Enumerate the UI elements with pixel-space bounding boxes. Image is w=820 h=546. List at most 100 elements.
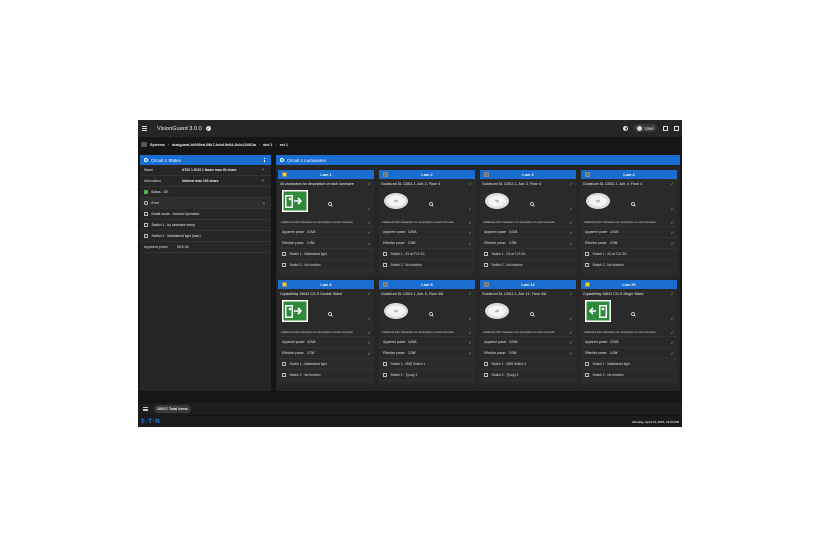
checkbox[interactable] [282, 362, 286, 366]
more-options-icon[interactable] [264, 158, 265, 163]
breadcrumb-item[interactable]: dualguard-b0009eb-08b7-4cbd-9d64-4b3c104… [172, 143, 256, 147]
card-description[interactable]: CrystalWay 16632 CG-S Double Sided ✓ [278, 289, 374, 298]
list-icon[interactable] [143, 407, 148, 411]
switch-1-row: Switch 1 - Maintained light [278, 249, 374, 260]
switch-2-row: Switch 2 - T(oup) 1 [379, 370, 475, 381]
card-header[interactable]: Lum 20 [581, 280, 677, 289]
home-icon[interactable] [141, 142, 147, 147]
card-header[interactable]: Lum 9 [379, 280, 475, 289]
checkbox[interactable] [144, 223, 148, 227]
checkbox[interactable] [484, 362, 488, 366]
switch-2-row: Switch 2 - No function [581, 370, 677, 381]
checkbox[interactable] [585, 373, 589, 377]
user-button[interactable]: User [634, 124, 657, 132]
effective-power-field: Effective power 2.0W ✓ [581, 238, 677, 249]
additional-description[interactable]: Additional 100 characters for descriptio… [379, 328, 475, 337]
checkbox[interactable] [585, 252, 589, 256]
checkbox[interactable] [144, 234, 148, 238]
breadcrumb: Systems › dualguard-b0009eb-08b7-4cbd-9d… [138, 140, 682, 149]
zoom-icon[interactable] [631, 194, 636, 207]
luminaire-card[interactable]: Lum 9 GuideLed SL 13011.1, Adr. 9, Floor … [379, 280, 475, 385]
card-description[interactable]: GuideLed SL 13011.1, Adr. 4, Floor 4 ✓ [581, 179, 677, 188]
luminaire-card[interactable]: Lum 20 CrystalWay 16631 CG-S Single Sided… [581, 280, 677, 385]
error-dropdown[interactable]: Error ⌄ [140, 198, 271, 209]
exit-sign-image [282, 190, 308, 212]
additional-description[interactable]: Additional 100 characters for descriptio… [480, 218, 576, 227]
description-text: 40 characters for description of each lu… [280, 181, 354, 186]
information-row[interactable]: Information Infotext max 100 chars ✓ [140, 176, 271, 187]
image-row: ✓ [480, 188, 576, 218]
checkbox[interactable] [484, 263, 488, 267]
check-icon: ✓ [670, 291, 674, 296]
zoom-icon[interactable] [328, 194, 333, 207]
top-bar: VisionGuard 3.0.0 ✓ User [138, 120, 682, 137]
apparent-power-field: Apparent power 4,0VA ✓ [480, 337, 576, 348]
breadcrumb-item[interactable]: sct 1 [280, 143, 288, 147]
luminaire-card[interactable]: Lum 12 GuideLed SL 13011.1, Adr. 12, Floo… [480, 280, 576, 385]
checkbox[interactable] [585, 263, 589, 267]
switch-1-row: Switch 1 - Maintained light [581, 359, 677, 370]
card-header[interactable]: Lum 6 [278, 280, 374, 289]
card-header[interactable]: Lum 3 [480, 170, 576, 179]
luminaire-card[interactable]: Lum 3 GuideLed SL 13011.1, Adr. 3, Floor … [480, 170, 576, 275]
user-avatar-icon [637, 125, 643, 131]
checkbox[interactable] [383, 373, 387, 377]
additional-description[interactable]: Additional 100 characters for descriptio… [278, 218, 374, 227]
card-header[interactable]: Lum 2 [379, 170, 475, 179]
additional-description[interactable]: Additional 100 characters for descriptio… [379, 218, 475, 227]
checkbox[interactable] [282, 252, 286, 256]
switch-2-row: Switch 2 - No function [379, 260, 475, 271]
zoom-icon[interactable] [530, 194, 535, 207]
checkbox[interactable] [282, 373, 286, 377]
check-icon: ✓ [367, 316, 371, 321]
apparent-power-field: Apparent power 4,0VA ✓ [278, 337, 374, 348]
checkbox[interactable] [383, 362, 387, 366]
checkbox[interactable] [282, 263, 286, 267]
field-value: 4,0VA [509, 230, 518, 234]
switch-2-row: Switch 2 - No function [480, 260, 576, 271]
zoom-icon[interactable] [429, 304, 434, 317]
card-description[interactable]: GuideLed SL 13011.1, Adr. 2, Floor 4 ✓ [379, 179, 475, 188]
additional-description[interactable]: Additional 100 characters for descriptio… [581, 328, 677, 337]
checkbox[interactable] [484, 373, 488, 377]
luminaire-card[interactable]: Lum 2 GuideLed SL 13011.1, Adr. 2, Floor … [379, 170, 475, 275]
luminaire-card[interactable]: Lum 4 GuideLed SL 13011.1, Adr. 4, Floor … [581, 170, 677, 275]
breadcrumb-item[interactable]: ahd 1 [263, 143, 272, 147]
zoom-icon[interactable] [429, 194, 434, 207]
card-description[interactable]: GuideLed SL 13011.1, Adr. 12, Floor 4/A ✓ [480, 289, 576, 298]
window-icon[interactable] [663, 125, 668, 131]
menu-icon[interactable] [142, 126, 147, 131]
check-icon: ✓ [670, 219, 674, 225]
additional-description[interactable]: Additional 100 characters for descriptio… [480, 328, 576, 337]
card-description[interactable]: GuideLed SL 13011.1, Adr. 9, Floor 4/A ✓ [379, 289, 475, 298]
additional-description[interactable]: Additional 100 characters for descriptio… [581, 218, 677, 227]
card-header[interactable]: Lum 12 [480, 280, 576, 289]
exit-icon[interactable] [674, 125, 679, 131]
switch-1-row: Switch 1 - SMS Switch 1 [480, 359, 576, 370]
luminaire-card[interactable]: Lum 6 CrystalWay 16632 CG-S Double Sided ✓… [278, 280, 374, 385]
checkbox[interactable] [383, 263, 387, 267]
theme-toggle-icon[interactable] [623, 125, 629, 131]
app-title: VisionGuard 3.0.0 [157, 125, 202, 132]
name-row[interactable]: Name AT32 1 SCH 1 Name max 40 chars ✓ [140, 165, 271, 176]
card-description[interactable]: CrystalWay 16631 CG-S Single Sided ✓ [581, 289, 677, 298]
switch-text: Switch 1 - Maintained light [289, 252, 327, 256]
zoom-icon[interactable] [328, 304, 333, 317]
zoom-icon[interactable] [530, 304, 535, 317]
total-items-badge[interactable]: 100/17 Total items [154, 405, 191, 413]
breadcrumb-item[interactable]: Systems [150, 143, 165, 147]
checkbox[interactable] [585, 362, 589, 366]
checkbox[interactable] [484, 252, 488, 256]
card-description[interactable]: GuideLed SL 13011.1, Adr. 3, Floor 4 ✓ [480, 179, 576, 188]
app-window: VisionGuard 3.0.0 ✓ User Systems › dualg… [138, 120, 682, 427]
card-header[interactable]: Lum 4 [581, 170, 677, 179]
luminaire-card[interactable]: Lum 1 40 characters for description of ea… [278, 170, 374, 275]
chevron-down-icon[interactable]: ⌄ [262, 200, 266, 206]
checkbox[interactable] [144, 212, 148, 216]
card-header[interactable]: Lum 1 [278, 170, 374, 179]
zoom-icon[interactable] [631, 304, 636, 317]
card-description[interactable]: 40 characters for description of each lu… [278, 179, 374, 188]
additional-description[interactable]: Additional 100 characters for descriptio… [278, 328, 374, 337]
list-item: Switch 2 - Maintained light (fast.) [140, 231, 271, 242]
checkbox[interactable] [383, 252, 387, 256]
